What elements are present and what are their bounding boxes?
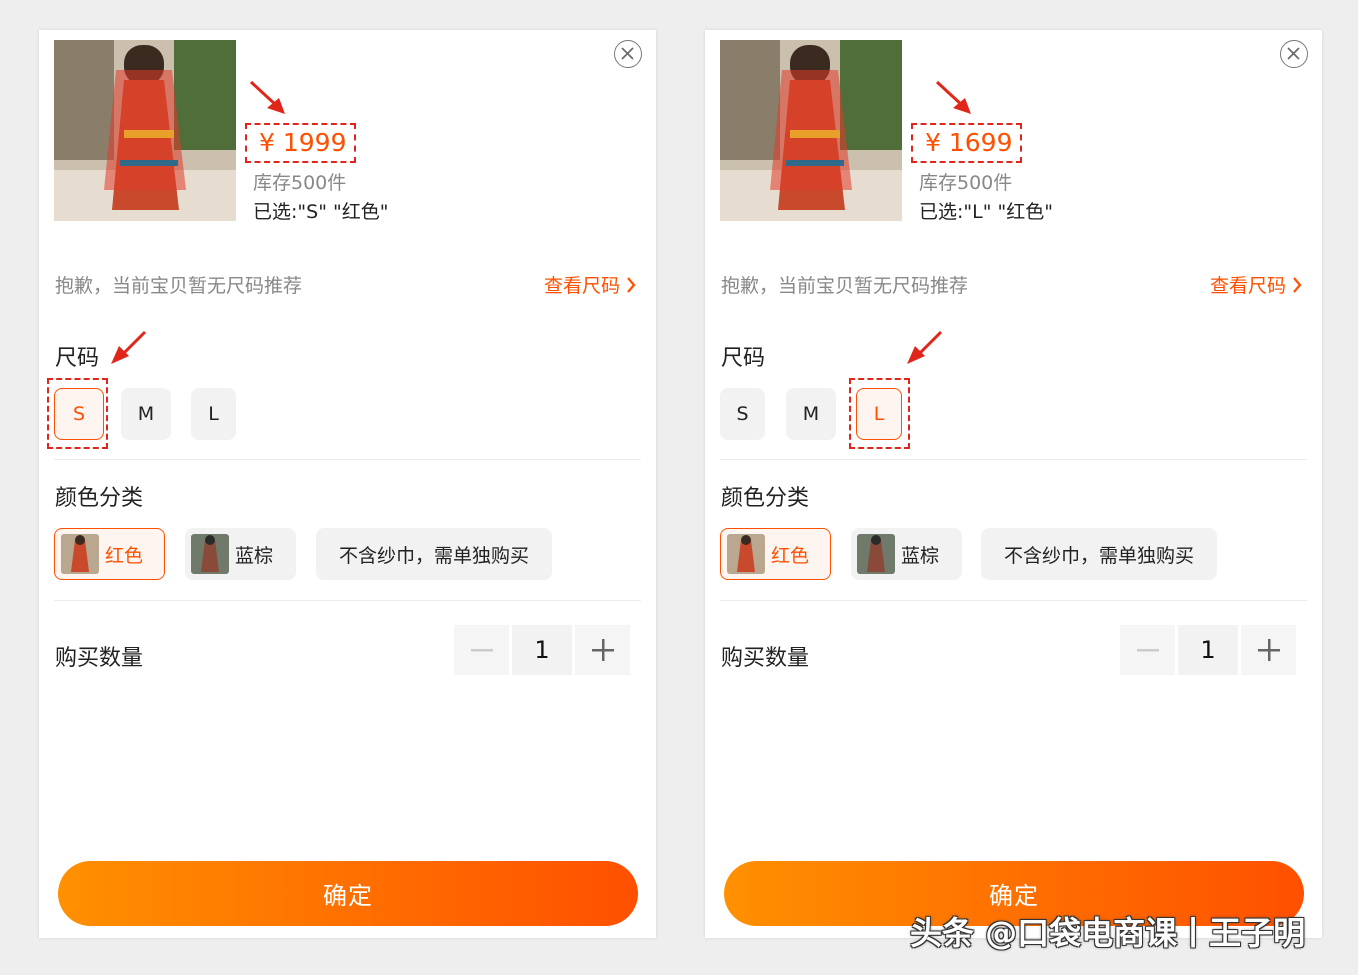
- size-section-title: 尺码: [55, 346, 100, 371]
- minus-icon: [470, 649, 493, 652]
- color-thumbnail: [61, 534, 99, 574]
- size-option-m[interactable]: M: [786, 388, 836, 440]
- price: ¥ 1999: [259, 128, 347, 157]
- stock-count: 库存500件: [253, 172, 347, 194]
- color-label: 红色: [771, 544, 810, 567]
- quantity-section-title: 购买数量: [721, 646, 810, 671]
- size-option-l[interactable]: L: [856, 388, 902, 440]
- color-label: 红色: [105, 544, 144, 567]
- quantity-section-title: 购买数量: [55, 646, 144, 671]
- arrow-annotation-icon: [907, 330, 943, 364]
- price: ¥ 1699: [925, 128, 1013, 157]
- sku-panel-left: ¥ 1999 库存500件 已选:"S" "红色" 抱歉，当前宝贝暂无尺码推荐 …: [39, 30, 656, 938]
- selected-spec: 已选:"S" "红色": [253, 201, 389, 223]
- sku-panel-right: ¥ 1699 库存500件 已选:"L" "红色" 抱歉，当前宝贝暂无尺码推荐 …: [705, 30, 1322, 938]
- size-chart-link[interactable]: 查看尺码: [1210, 271, 1302, 298]
- color-thumbnail: [727, 534, 765, 574]
- close-button[interactable]: [614, 40, 642, 68]
- color-option-no-scarf[interactable]: 不含纱巾，需单独购买: [316, 528, 552, 580]
- stock-count: 库存500件: [919, 172, 1013, 194]
- color-option-blue-brown[interactable]: 蓝棕: [851, 528, 962, 580]
- color-section-title: 颜色分类: [721, 486, 810, 511]
- size-recommend-notice: 抱歉，当前宝贝暂无尺码推荐: [55, 275, 303, 297]
- increase-button[interactable]: [575, 625, 630, 675]
- confirm-button[interactable]: 确定: [58, 861, 638, 926]
- close-icon: [1287, 47, 1300, 60]
- size-chart-label: 查看尺码: [1209, 275, 1286, 297]
- size-chart-label: 查看尺码: [543, 275, 620, 297]
- selected-spec: 已选:"L" "红色": [919, 201, 1053, 223]
- quantity-value[interactable]: 1: [512, 625, 572, 675]
- divider: [54, 459, 641, 460]
- chevron-right-icon: [627, 276, 636, 293]
- color-label: 蓝棕: [235, 544, 274, 567]
- divider: [54, 600, 641, 601]
- minus-icon: [1136, 649, 1159, 652]
- arrow-annotation-icon: [935, 80, 971, 114]
- divider: [720, 600, 1307, 601]
- color-label: 蓝棕: [901, 544, 940, 567]
- close-button[interactable]: [1280, 40, 1308, 68]
- size-option-l[interactable]: L: [191, 388, 236, 440]
- size-recommend-notice: 抱歉，当前宝贝暂无尺码推荐: [721, 275, 969, 297]
- color-option-no-scarf[interactable]: 不含纱巾，需单独购买: [981, 528, 1217, 580]
- plus-icon: [591, 639, 614, 661]
- size-option-m[interactable]: M: [121, 388, 171, 440]
- quantity-stepper: 1: [1120, 625, 1296, 675]
- chevron-right-icon: [1293, 276, 1302, 293]
- plus-icon: [1257, 639, 1280, 661]
- product-image: [54, 40, 236, 221]
- size-option-s[interactable]: S: [720, 388, 765, 440]
- size-section-title: 尺码: [721, 346, 766, 371]
- product-image: [720, 40, 902, 221]
- decrease-button[interactable]: [1120, 625, 1175, 675]
- increase-button[interactable]: [1241, 625, 1296, 675]
- close-icon: [621, 47, 634, 60]
- quantity-stepper: 1: [454, 625, 630, 675]
- divider: [720, 459, 1307, 460]
- color-thumbnail: [191, 534, 229, 574]
- size-option-s[interactable]: S: [54, 388, 104, 440]
- size-chart-link[interactable]: 查看尺码: [544, 271, 636, 298]
- decrease-button[interactable]: [454, 625, 509, 675]
- arrow-annotation-icon: [111, 330, 147, 364]
- color-option-red[interactable]: 红色: [54, 528, 165, 580]
- color-option-blue-brown[interactable]: 蓝棕: [185, 528, 296, 580]
- quantity-value[interactable]: 1: [1178, 625, 1238, 675]
- arrow-annotation-icon: [249, 80, 285, 114]
- color-thumbnail: [857, 534, 895, 574]
- color-section-title: 颜色分类: [55, 486, 144, 511]
- color-option-red[interactable]: 红色: [720, 528, 831, 580]
- watermark: 头条 @口袋电商课丨王子明: [910, 914, 1306, 952]
